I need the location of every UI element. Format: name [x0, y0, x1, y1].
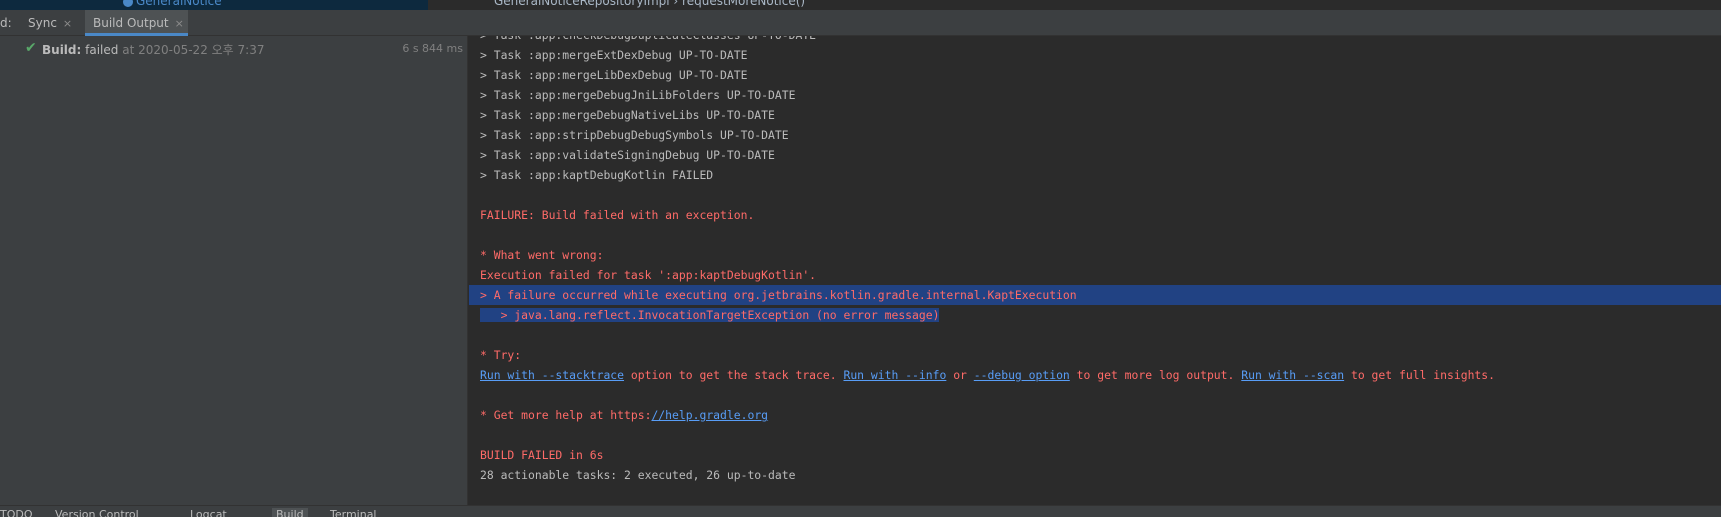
- bottom-tab-logcat[interactable]: Logcat: [190, 508, 227, 517]
- tab-build-output[interactable]: Build Output ×: [85, 10, 188, 36]
- project-tree-item[interactable]: GeneralNotice: [123, 0, 222, 8]
- console-line: > Task :app:mergeDebugJniLibFolders UP-T…: [480, 88, 796, 102]
- try-text: to get more log output.: [1069, 368, 1242, 382]
- editor-top-strip: GeneralNotice GeneralNoticeRepositoryImp…: [0, 0, 1721, 10]
- close-icon[interactable]: ×: [63, 17, 72, 30]
- console-line: > Task :app:kaptDebugKotlin FAILED: [480, 168, 714, 182]
- console-line: BUILD FAILED in 6s: [480, 448, 604, 462]
- help-link[interactable]: //help.gradle.org: [651, 408, 768, 422]
- try-text: option to get the stack trace.: [624, 368, 844, 382]
- console-line: * Try:: [480, 348, 522, 362]
- build-label: Build:: [42, 43, 82, 57]
- tool-window-tab-bar: d: Sync × Build Output ×: [0, 10, 1721, 36]
- console-line: FAILURE: Build failed with an exception.: [480, 208, 755, 222]
- build-status: failed: [85, 43, 119, 57]
- debug-link[interactable]: --debug option: [974, 368, 1070, 382]
- bottom-tab-version-control[interactable]: Version Control: [55, 508, 139, 517]
- console-line: * What went wrong:: [480, 248, 604, 262]
- check-icon: ✔: [25, 40, 37, 56]
- bottom-tab-terminal[interactable]: Terminal: [330, 508, 377, 517]
- console-line: > Task :app:checkDebugDuplicateClasses U…: [469, 36, 1721, 45]
- editor-breadcrumb[interactable]: GeneralNoticeRepositoryImpl › requestMor…: [494, 0, 805, 8]
- class-icon: [123, 0, 133, 7]
- console-line: > java.lang.reflect.InvocationTargetExce…: [469, 305, 1721, 325]
- console-line: Run with --stacktrace option to get the …: [469, 365, 1721, 385]
- selected-text: > java.lang.reflect.InvocationTargetExce…: [480, 308, 940, 322]
- project-item-label: GeneralNotice: [136, 0, 222, 8]
- build-timestamp: at 2020-05-22 오후 7:37: [122, 43, 265, 57]
- console-line: 28 actionable tasks: 2 executed, 26 up-t…: [480, 468, 796, 482]
- build-status-label: Build: failed at 2020-05-22 오후 7:37: [42, 41, 265, 58]
- build-duration: 6 s 844 ms: [402, 42, 463, 55]
- console-line: * Get more help at https://help.gradle.o…: [469, 405, 1721, 425]
- console-line: > Task :app:mergeExtDexDebug UP-TO-DATE: [480, 48, 748, 62]
- console-line: > Task :app:mergeDebugNativeLibs UP-TO-D…: [480, 108, 775, 122]
- try-text: or: [946, 368, 974, 382]
- bottom-tab-build[interactable]: Build: [272, 508, 308, 517]
- scan-link[interactable]: Run with --scan: [1241, 368, 1344, 382]
- tab-label: Sync: [28, 16, 57, 30]
- tool-window-title: d:: [0, 16, 12, 30]
- info-link[interactable]: Run with --info: [843, 368, 946, 382]
- ide-window: GeneralNotice GeneralNoticeRepositoryImp…: [0, 0, 1721, 517]
- tab-sync[interactable]: Sync ×: [20, 10, 78, 36]
- try-text: to get full insights.: [1344, 368, 1495, 382]
- close-icon[interactable]: ×: [175, 17, 184, 30]
- console-line: Execution failed for task ':app:kaptDebu…: [480, 268, 817, 282]
- tab-label: Build Output: [93, 16, 169, 30]
- console-line: > Task :app:validateSigningDebug UP-TO-D…: [480, 148, 775, 162]
- console-line: > A failure occurred while executing org…: [469, 285, 1721, 305]
- build-tree-row[interactable]: ✔ Build: failed at 2020-05-22 오후 7:37 6 …: [0, 36, 468, 58]
- bottom-tool-strip: TODO Version Control Logcat Build Terminal: [0, 505, 1721, 517]
- help-text: * Get more help at https:: [480, 408, 652, 422]
- console-line: > Task :app:mergeLibDexDebug UP-TO-DATE: [480, 68, 748, 82]
- console-line: > Task :app:stripDebugDebugSymbols UP-TO…: [480, 128, 789, 142]
- stacktrace-link[interactable]: Run with --stacktrace: [480, 368, 624, 382]
- build-tree-panel: ✔ Build: failed at 2020-05-22 오후 7:37 6 …: [0, 36, 468, 505]
- bottom-tab-todo[interactable]: TODO: [0, 508, 33, 517]
- build-console[interactable]: > Task :app:checkDebugDuplicateClasses U…: [469, 36, 1721, 505]
